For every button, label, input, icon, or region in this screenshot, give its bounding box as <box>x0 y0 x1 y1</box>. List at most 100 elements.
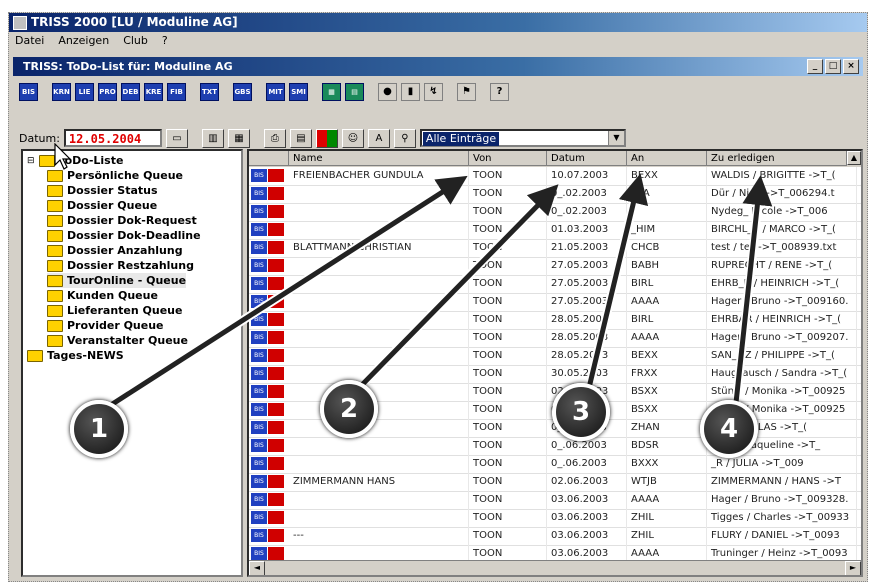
smi-button[interactable]: SMI <box>289 83 308 101</box>
network-icon[interactable]: ↯ <box>424 83 443 101</box>
bis-icon[interactable]: BIS <box>251 277 267 290</box>
kre-button[interactable]: KRE <box>144 83 163 101</box>
flag-icon[interactable]: ⚑ <box>457 83 476 101</box>
expand-icon[interactable]: ⊟ <box>27 156 35 166</box>
table-row[interactable]: BIS TOON 03.06.2003 ZHIL Tigges / Charles ->… <box>249 509 861 528</box>
table-row[interactable]: BIS TOON 01.03.2003 _HIM BIRCHL_R / MARCO ->… <box>249 221 861 240</box>
bis-icon[interactable]: BIS <box>251 367 267 380</box>
table-row[interactable]: BIS TOON 28.05.2003 BEXX SAN_OZ / PHILIPPE -… <box>249 347 861 366</box>
flag-icon[interactable] <box>268 169 284 182</box>
flag-icon[interactable] <box>268 457 284 470</box>
font-icon[interactable]: A <box>367 128 390 148</box>
calendar-icon[interactable]: ▭ <box>165 128 188 148</box>
bis-icon[interactable]: BIS <box>251 169 267 182</box>
document-icon[interactable]: ▤ <box>289 128 312 148</box>
zoom-icon[interactable]: ⚲ <box>393 128 416 148</box>
maximize-button[interactable]: □ <box>825 59 841 74</box>
chart-icon[interactable]: ▮ <box>401 83 420 101</box>
menu-datei[interactable]: Datei <box>15 32 44 50</box>
view-table-icon[interactable]: ▦ <box>227 128 250 148</box>
flag-icon[interactable] <box>268 295 284 308</box>
bis-icon[interactable]: BIS <box>251 403 267 416</box>
flag-icon[interactable] <box>268 187 284 200</box>
table-row[interactable]: BIS TOON 27.05.2003 AAAA Hager / Bruno ->T_0… <box>249 293 861 312</box>
bis-icon[interactable]: BIS <box>251 385 267 398</box>
bis-icon[interactable]: BIS <box>251 421 267 434</box>
grid-icon[interactable]: ▦ <box>322 83 341 101</box>
date-input[interactable]: 12.05.2004 <box>63 129 162 147</box>
column-header-von[interactable]: Von <box>469 151 547 166</box>
scroll-right-arrow[interactable]: ► <box>845 561 861 575</box>
table-row[interactable]: BIS TOON 28.05.2003 BIRL EHRBAR / HEINRICH -… <box>249 311 861 330</box>
smiley-icon[interactable]: ☺ <box>341 128 364 148</box>
table-row[interactable]: BIS TOON 27.05.2003 BABH RUPRECHT / RENE ->T… <box>249 257 861 276</box>
flag-icon[interactable] <box>268 421 284 434</box>
column-header-name[interactable]: Name <box>289 151 469 166</box>
tree-item[interactable]: Veranstalter Queue <box>47 333 188 348</box>
flag-icon[interactable] <box>268 493 284 506</box>
bis-icon[interactable]: BIS <box>251 187 267 200</box>
filter-select[interactable]: Alle Einträge ▼ <box>419 129 626 147</box>
krn-button[interactable]: KRN <box>52 83 71 101</box>
bis-icon[interactable]: BIS <box>251 223 267 236</box>
minimize-button[interactable]: _ <box>807 59 823 74</box>
flag-icon[interactable] <box>268 331 284 344</box>
bis-icon[interactable]: BIS <box>251 493 267 506</box>
bis-icon[interactable]: BIS <box>251 511 267 524</box>
bis-icon[interactable]: BIS <box>251 547 267 560</box>
table-row[interactable]: BIS TOON 0_.06.2003 BDSR _amp / Jaqueline ->… <box>249 437 861 456</box>
flag-icon[interactable] <box>268 529 284 542</box>
help-icon[interactable]: ? <box>490 83 509 101</box>
tree-root[interactable]: ⊟ ToDo-Liste <box>27 153 123 168</box>
table-row[interactable]: BIS TOON 03.06.2003 AAAA Hager / Bruno ->T_0… <box>249 491 861 510</box>
bis-icon[interactable]: BIS <box>251 331 267 344</box>
lie-button[interactable]: LIE <box>75 83 94 101</box>
menu-help[interactable]: ? <box>162 32 168 50</box>
tree-item[interactable]: Dossier Restzahlung <box>47 258 194 273</box>
flag-icon[interactable] <box>268 259 284 272</box>
column-header-zu-erledigen[interactable]: Zu erledigen <box>707 151 847 166</box>
bis-icon[interactable]: BIS <box>251 457 267 470</box>
txt-button[interactable]: TXT <box>200 83 219 101</box>
horizontal-scrollbar[interactable]: ◄ ► <box>249 560 861 575</box>
table-row[interactable]: BIS --- TOON 03.06.2003 ZHIL FLURY / DANIEL -… <box>249 527 861 546</box>
bis-icon[interactable]: BIS <box>251 529 267 542</box>
bis-icon[interactable]: BIS <box>251 439 267 452</box>
tree-item[interactable]: Dossier Queue <box>47 198 157 213</box>
flag-icon[interactable] <box>268 349 284 362</box>
tree-item-news[interactable]: Tages-NEWS <box>27 348 124 363</box>
flag-icon[interactable] <box>268 205 284 218</box>
flag-icon[interactable] <box>268 475 284 488</box>
tree-item[interactable]: Dossier Anzahlung <box>47 243 183 258</box>
mit-button[interactable]: MIT <box>266 83 285 101</box>
flag-icon[interactable] <box>268 403 284 416</box>
table-row[interactable]: BIS ZIMMERMANN HANS TOON 02.06.2003 WTJB ZIMM… <box>249 473 861 492</box>
flag-icon[interactable] <box>268 439 284 452</box>
gbs-button[interactable]: GBS <box>233 83 252 101</box>
table-row[interactable]: BIS FREIENBACHER GUNDULA TOON 10.07.2003 BEX… <box>249 167 861 186</box>
table-row[interactable]: BIS TOON 0_.02.2003 A_A Dür / Ni_la ->T_0062… <box>249 185 861 204</box>
table-row[interactable]: BIS TOON 28.05.2003 AAAA Hager / Bruno ->T_0… <box>249 329 861 348</box>
column-header-datum[interactable]: Datum <box>547 151 627 166</box>
bis-icon[interactable]: BIS <box>251 241 267 254</box>
tree-item[interactable]: Kunden Queue <box>47 288 158 303</box>
bis-icon[interactable]: BIS <box>251 295 267 308</box>
deb-button[interactable]: DEB <box>121 83 140 101</box>
flag-icon[interactable] <box>268 547 284 560</box>
tree-item[interactable]: Dossier Dok-Request <box>47 213 197 228</box>
list-icon[interactable]: ▤ <box>345 83 364 101</box>
flag-icon[interactable] <box>268 313 284 326</box>
close-button[interactable]: × <box>843 59 859 74</box>
bis-icon[interactable]: BIS <box>251 259 267 272</box>
print-icon[interactable]: ⎙ <box>263 128 286 148</box>
pro-button[interactable]: PRO <box>98 83 117 101</box>
flag-icon[interactable] <box>268 511 284 524</box>
color-grid-icon[interactable] <box>315 128 338 148</box>
chevron-down-icon[interactable]: ▼ <box>607 131 624 145</box>
menu-club[interactable]: Club <box>123 32 148 50</box>
fib-button[interactable]: FIB <box>167 83 186 101</box>
menu-anzeigen[interactable]: Anzeigen <box>58 32 109 50</box>
table-row[interactable]: BIS TOON 0_.02.2003 Nydeg_ Nicole ->T_006 <box>249 203 861 222</box>
flag-icon[interactable] <box>268 241 284 254</box>
bis-button[interactable]: BIS <box>19 83 38 101</box>
